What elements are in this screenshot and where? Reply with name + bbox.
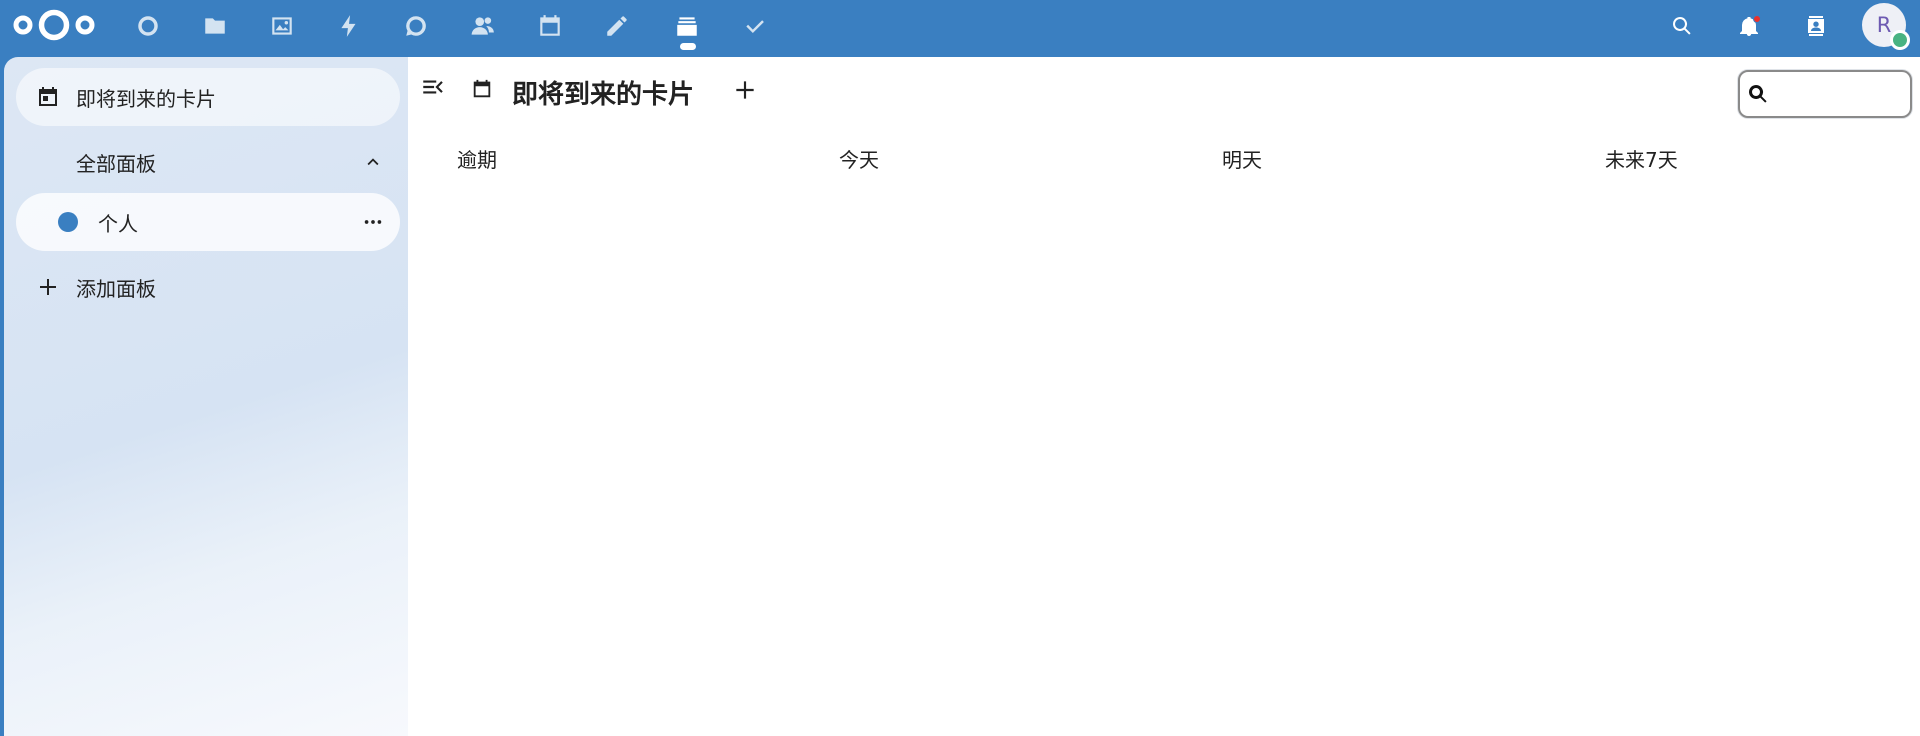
dashboard-icon[interactable] <box>128 6 168 46</box>
main-content: 即将到来的卡片 逾期 今天 明天 未来7天 <box>408 57 1920 736</box>
search-input[interactable] <box>1774 78 1902 110</box>
folder-icon[interactable] <box>195 6 235 46</box>
sidebar-item-all-boards[interactable]: 全部面板 <box>16 133 400 191</box>
more-options-icon[interactable] <box>356 205 390 239</box>
plus-icon <box>36 275 60 299</box>
people-icon[interactable] <box>463 6 503 46</box>
calendar-icon <box>36 85 60 109</box>
nextcloud-logo-icon[interactable] <box>12 8 96 42</box>
user-status-online-indicator <box>1890 30 1910 50</box>
column-header-overdue: 逾期 <box>457 148 497 172</box>
active-app-indicator <box>680 43 696 50</box>
contacts-menu-icon[interactable] <box>1796 6 1836 46</box>
column-header-tomorrow: 明天 <box>1222 148 1262 172</box>
sidebar-item-label: 即将到来的卡片 <box>76 86 216 111</box>
checkmark-icon[interactable] <box>735 6 775 46</box>
app-navigation-sidebar: 即将到来的卡片 全部面板 个人 添加面板 <box>4 57 408 736</box>
sidebar-item-upcoming-cards[interactable]: 即将到来的卡片 <box>16 68 400 126</box>
deck-icon[interactable] <box>667 6 707 50</box>
chat-icon[interactable] <box>396 6 436 46</box>
sidebar-item-board-personal[interactable]: 个人 <box>16 193 400 251</box>
calendar-icon[interactable] <box>530 6 570 46</box>
image-icon[interactable] <box>262 6 302 46</box>
add-card-button[interactable] <box>730 75 760 105</box>
sidebar-item-label: 个人 <box>98 211 138 236</box>
top-bar: R <box>0 0 1920 57</box>
calendar-icon <box>471 78 493 100</box>
search-field[interactable] <box>1738 70 1912 118</box>
search-icon[interactable] <box>1662 6 1702 46</box>
avatar-initial: R <box>1876 13 1892 37</box>
column-header-today: 今天 <box>839 148 879 172</box>
pencil-icon[interactable] <box>597 6 637 46</box>
chevron-up-icon[interactable] <box>362 151 384 173</box>
toggle-navigation-icon[interactable] <box>420 74 450 104</box>
sidebar-item-add-board[interactable]: 添加面板 <box>16 258 400 316</box>
lightning-icon[interactable] <box>329 6 369 46</box>
page-title: 即将到来的卡片 <box>512 80 695 110</box>
board-color-dot <box>58 212 78 232</box>
magnifier-icon <box>1746 82 1770 106</box>
bell-icon[interactable] <box>1729 6 1769 46</box>
notification-badge <box>1753 15 1761 23</box>
column-header-next-7-days: 未来7天 <box>1605 148 1678 172</box>
sidebar-item-label: 全部面板 <box>76 151 156 176</box>
sidebar-item-label: 添加面板 <box>76 276 156 301</box>
